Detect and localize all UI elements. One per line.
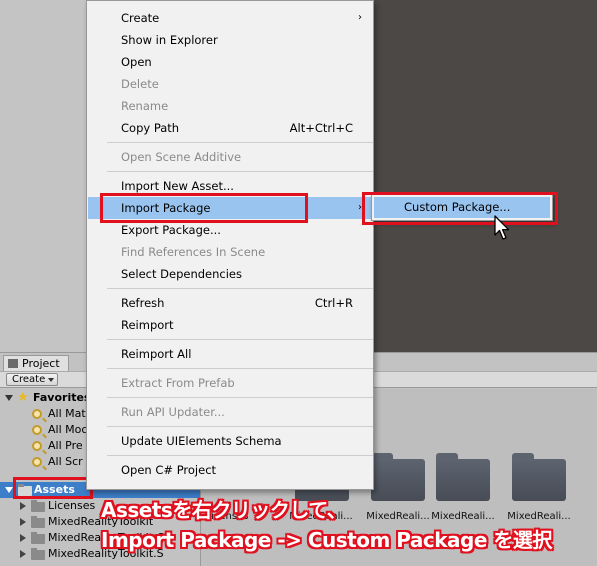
favorites-label: Favorites bbox=[33, 391, 91, 404]
tab-project[interactable]: Project bbox=[3, 355, 69, 371]
menu-separator bbox=[107, 455, 373, 456]
annotation-line-1: Assetsを右クリックして、 bbox=[101, 498, 347, 522]
menu-item-label: Copy Path bbox=[121, 121, 180, 135]
search-icon bbox=[32, 425, 42, 435]
expand-arrow-icon[interactable] bbox=[20, 534, 26, 542]
favorite-label: All Scr bbox=[48, 455, 83, 468]
menu-item-delete: Delete bbox=[88, 73, 372, 95]
expand-arrow-icon[interactable] bbox=[5, 487, 13, 493]
menu-item-label: Rename bbox=[121, 99, 169, 113]
menu-item-label: Select Dependencies bbox=[121, 267, 242, 281]
expand-arrow-icon[interactable] bbox=[20, 518, 26, 526]
menu-item-label: Open Scene Additive bbox=[121, 150, 242, 164]
menu-item-label: Delete bbox=[121, 77, 159, 91]
context-menu: Create › Show in Explorer Open Delete Re… bbox=[86, 0, 374, 490]
menu-item-label: Create bbox=[121, 11, 160, 25]
project-tab-icon bbox=[8, 359, 18, 368]
menu-separator bbox=[107, 142, 373, 143]
folder-icon[interactable] bbox=[512, 453, 566, 501]
asset-label[interactable]: MixedReali... bbox=[503, 511, 575, 522]
menu-item-refresh[interactable]: Refresh Ctrl+R bbox=[88, 292, 372, 314]
menu-separator bbox=[107, 368, 373, 369]
menu-item-create[interactable]: Create › bbox=[88, 7, 372, 29]
menu-separator bbox=[107, 339, 373, 340]
menu-item-label: Reimport All bbox=[121, 347, 192, 361]
shortcut-label: Alt+Ctrl+C bbox=[289, 121, 353, 135]
folder-icon bbox=[31, 500, 45, 512]
search-icon bbox=[32, 441, 42, 451]
menu-item-label: Update UIElements Schema bbox=[121, 434, 282, 448]
menu-item-copy-path[interactable]: Copy Path Alt+Ctrl+C bbox=[88, 117, 372, 139]
menu-item-label: Refresh bbox=[121, 296, 165, 310]
menu-item-open[interactable]: Open bbox=[88, 51, 372, 73]
menu-item-update-uielements-schema[interactable]: Update UIElements Schema bbox=[88, 430, 372, 452]
menu-item-reimport-all[interactable]: Reimport All bbox=[88, 343, 372, 365]
asset-label[interactable]: MixedReali... bbox=[427, 511, 499, 522]
expand-arrow-icon[interactable] bbox=[5, 395, 13, 401]
scene-viewport[interactable] bbox=[372, 0, 597, 352]
favorite-label: All Mat bbox=[48, 407, 86, 420]
shortcut-label: Ctrl+R bbox=[314, 296, 353, 310]
search-icon bbox=[32, 457, 42, 467]
chevron-right-icon: › bbox=[358, 12, 362, 23]
menu-separator bbox=[107, 426, 373, 427]
menu-item-label: Extract From Prefab bbox=[121, 376, 235, 390]
favorite-label: All Pre bbox=[48, 439, 83, 452]
folder-icon bbox=[31, 516, 45, 528]
asset-label[interactable]: MixedReali... bbox=[362, 511, 434, 522]
folder-icon[interactable] bbox=[371, 453, 425, 501]
import-package-highlight-box bbox=[100, 193, 308, 223]
annotation-line-2: Import Package -> Custom Package を選択 bbox=[101, 528, 552, 552]
menu-item-label: Open bbox=[121, 55, 152, 69]
folder-label: Licenses bbox=[48, 499, 96, 512]
menu-separator bbox=[107, 288, 373, 289]
menu-item-run-api-updater: Run API Updater... bbox=[88, 401, 372, 423]
chevron-down-icon bbox=[48, 378, 55, 382]
tab-project-label: Project bbox=[22, 357, 60, 370]
menu-item-reimport[interactable]: Reimport bbox=[88, 314, 372, 336]
custom-package-highlight-box bbox=[362, 192, 558, 225]
menu-item-label: Export Package... bbox=[121, 223, 221, 237]
create-dropdown-label: Create bbox=[12, 374, 46, 385]
menu-item-open-csharp-project[interactable]: Open C# Project bbox=[88, 459, 372, 481]
create-dropdown[interactable]: Create bbox=[6, 373, 59, 386]
favorite-label: All Moc bbox=[48, 423, 88, 436]
expand-arrow-icon[interactable] bbox=[20, 550, 26, 558]
search-icon bbox=[32, 409, 42, 419]
menu-separator bbox=[107, 397, 373, 398]
menu-item-label: Show in Explorer bbox=[121, 33, 218, 47]
menu-item-show-in-explorer[interactable]: Show in Explorer bbox=[88, 29, 372, 51]
star-icon: ★ bbox=[17, 390, 29, 405]
menu-item-select-dependencies[interactable]: Select Dependencies bbox=[88, 263, 372, 285]
folder-icon bbox=[31, 532, 45, 544]
menu-separator bbox=[107, 171, 373, 172]
menu-item-label: Run API Updater... bbox=[121, 405, 225, 419]
mouse-cursor-icon bbox=[494, 215, 510, 240]
menu-item-label: Open C# Project bbox=[121, 463, 217, 477]
assets-highlight-box bbox=[13, 477, 93, 499]
menu-item-label: Import New Asset... bbox=[121, 179, 234, 193]
menu-item-label: Reimport bbox=[121, 318, 174, 332]
expand-arrow-icon[interactable] bbox=[20, 502, 26, 510]
menu-item-find-references: Find References In Scene bbox=[88, 241, 372, 263]
folder-icon bbox=[31, 548, 45, 560]
scene-left-strip bbox=[0, 0, 88, 352]
menu-item-label: Find References In Scene bbox=[121, 245, 266, 259]
menu-item-extract-from-prefab: Extract From Prefab bbox=[88, 372, 372, 394]
menu-item-open-scene-additive: Open Scene Additive bbox=[88, 146, 372, 168]
menu-item-rename: Rename bbox=[88, 95, 372, 117]
folder-icon[interactable] bbox=[436, 453, 490, 501]
